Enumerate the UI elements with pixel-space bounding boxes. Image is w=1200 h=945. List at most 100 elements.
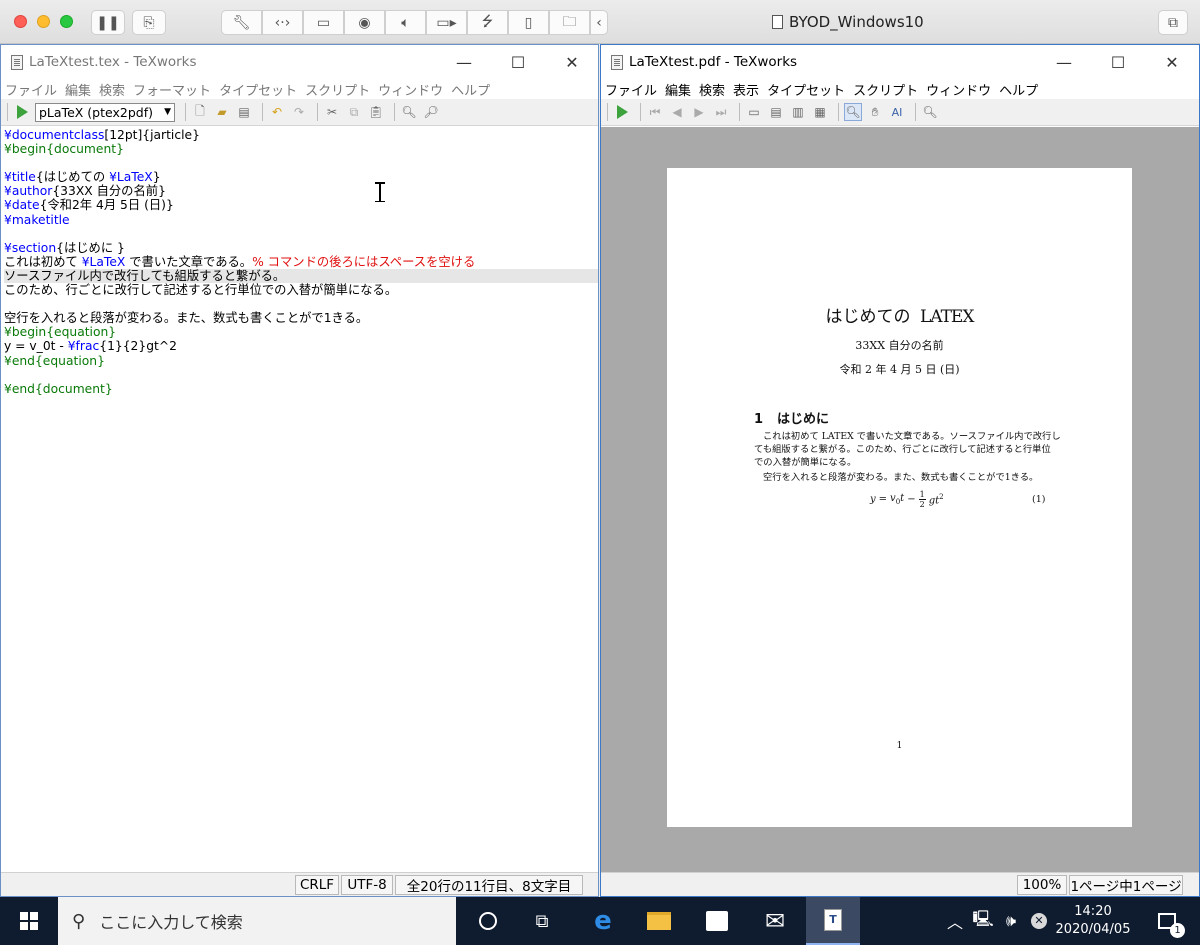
pdf-menu-item[interactable]: タイプセット	[767, 80, 845, 99]
source-line[interactable]: ¥date{令和2年 4月 5日 (日)}	[4, 198, 598, 212]
open-file-button[interactable]: ▰	[213, 103, 231, 121]
continuous-button[interactable]: ▦	[811, 103, 829, 121]
pdf-typeset-button[interactable]	[613, 103, 631, 121]
mail-taskbar-button[interactable]: ✉	[752, 897, 798, 945]
more-toolbar-button[interactable]: ‹	[590, 10, 608, 35]
editor-menu-item[interactable]: ウィンドウ	[378, 80, 443, 99]
save-file-button[interactable]: ▤	[235, 103, 253, 121]
source-line[interactable]: ¥maketitle	[4, 213, 598, 227]
pdf-close-button[interactable]: ✕	[1145, 45, 1199, 79]
hand-tool-button[interactable]: ✋︎	[866, 103, 884, 121]
pdf-view-area[interactable]: はじめての LATEX 33XX 自分の名前 令和 2 年 4 月 5 日 (日…	[601, 127, 1199, 872]
zoom-window-button[interactable]	[60, 15, 73, 28]
edge-taskbar-button[interactable]: e	[580, 897, 626, 945]
editor-menu-item[interactable]: 編集	[65, 80, 91, 99]
start-button[interactable]	[6, 897, 52, 945]
webcam-button[interactable]: ◉	[344, 10, 385, 35]
snapshot-button[interactable]: ⎘	[132, 10, 166, 35]
settings-wrench-button[interactable]: 🔧︎	[221, 10, 262, 35]
editor-menu-item[interactable]: スクリプト	[305, 80, 370, 99]
task-view-button[interactable]: ⧉	[519, 897, 565, 945]
editor-menu-item[interactable]: フォーマット	[133, 80, 211, 99]
encoding-status[interactable]: UTF-8	[341, 875, 393, 895]
paste-button[interactable]: 📋︎	[367, 103, 385, 121]
clock[interactable]: 14:20 2020/04/05	[1053, 903, 1133, 939]
find-button[interactable]: 🔍︎	[400, 103, 418, 121]
close-window-button[interactable]	[14, 15, 27, 28]
texworks-taskbar-button[interactable]: T	[806, 897, 860, 945]
show-hidden-icons-button[interactable]: ︿	[941, 897, 969, 945]
editor-maximize-button[interactable]: ☐	[491, 45, 545, 79]
drive-button[interactable]: ▭	[303, 10, 344, 35]
source-line[interactable]: 空行を入れると段落が変わる。また、数式も書くことがで1きる。	[4, 311, 598, 325]
editor-menu-item[interactable]: ヘルプ	[451, 80, 490, 99]
engine-select[interactable]: pLaTeX (ptex2pdf) ▼	[35, 102, 175, 122]
pause-vm-button[interactable]: ❚❚	[91, 10, 125, 35]
explorer-taskbar-button[interactable]	[636, 897, 682, 945]
pdf-menu-item[interactable]: 編集	[665, 80, 691, 99]
source-line[interactable]: ¥begin{document}	[4, 142, 598, 156]
pdf-menu-item[interactable]: ヘルプ	[999, 80, 1038, 99]
undo-button[interactable]: ↶	[268, 103, 286, 121]
source-line[interactable]: ¥author{33XX 自分の名前}	[4, 184, 598, 198]
minimize-window-button[interactable]	[37, 15, 50, 28]
phone-button[interactable]: ▯	[508, 10, 549, 35]
source-line[interactable]	[4, 156, 598, 170]
editor-menu-item[interactable]: 検索	[99, 80, 125, 99]
action-center-button[interactable]: 1	[1144, 897, 1190, 945]
editor-close-button[interactable]: ✕	[545, 45, 599, 79]
source-line[interactable]: ¥title{はじめての ¥LaTeX}	[4, 170, 598, 184]
camera-button[interactable]: ▭▸	[426, 10, 467, 35]
zoom-status[interactable]: 100%	[1017, 875, 1067, 895]
editor-minimize-button[interactable]: —	[437, 45, 491, 79]
source-line[interactable]: ¥documentclass[12pt]{jarticle}	[4, 128, 598, 142]
pdf-menu-item[interactable]: ウィンドウ	[926, 80, 991, 99]
source-line[interactable]: y = v_0t - ¥frac{1}{2}gt^2	[4, 339, 598, 353]
cut-button[interactable]: ✂	[323, 103, 341, 121]
line-ending-status[interactable]: CRLF	[295, 875, 339, 895]
pdf-find-button[interactable]: 🔍︎	[921, 103, 939, 121]
new-file-button[interactable]: 🗋︎	[191, 103, 209, 121]
source-line[interactable]	[4, 297, 598, 311]
single-page-button[interactable]: ▭	[745, 103, 763, 121]
cortana-button[interactable]	[465, 897, 511, 945]
fit-page-button[interactable]: ▥	[789, 103, 807, 121]
fit-width-button[interactable]: ▤	[767, 103, 785, 121]
network-button[interactable]: ‹·›	[262, 10, 303, 35]
source-line[interactable]: ¥begin{equation}	[4, 325, 598, 339]
source-line[interactable]: ソースファイル内で改行しても組版すると繋がる。	[4, 268, 598, 284]
redo-button[interactable]: ↷	[290, 103, 308, 121]
source-line[interactable]: ¥end{equation}	[4, 354, 598, 368]
first-page-button[interactable]: ⏮	[646, 103, 664, 121]
source-line[interactable]: ¥end{document}	[4, 382, 598, 396]
source-line[interactable]: ¥section{はじめに }	[4, 241, 598, 255]
pdf-menu-item[interactable]: 表示	[733, 80, 759, 99]
audio-button[interactable]: 🔈︎	[385, 10, 426, 35]
pdf-maximize-button[interactable]: ☐	[1091, 45, 1145, 79]
tray-status-button[interactable]: ✕	[1025, 897, 1053, 945]
shared-folder-button[interactable]: 🗀︎	[549, 10, 590, 35]
fullscreen-button[interactable]: ⧉	[1158, 10, 1188, 35]
pdf-menu-item[interactable]: ファイル	[605, 80, 657, 99]
typeset-button[interactable]	[13, 103, 31, 121]
source-line[interactable]: このため、行ごとに改行して記述すると行単位での入替が簡単になる。	[4, 283, 598, 297]
editor-menu-item[interactable]: ファイル	[5, 80, 57, 99]
pdf-minimize-button[interactable]: —	[1037, 45, 1091, 79]
source-editor[interactable]: ¥documentclass[12pt]{jarticle} ¥begin{doc…	[1, 127, 598, 872]
volume-tray-button[interactable]: 🕪︎	[997, 897, 1025, 945]
prev-page-button[interactable]: ◀	[668, 103, 686, 121]
replace-button[interactable]: 🔎︎	[422, 103, 440, 121]
editor-menu-item[interactable]: タイプセット	[219, 80, 297, 99]
select-text-button[interactable]: AI	[888, 103, 906, 121]
store-taskbar-button[interactable]	[694, 897, 740, 945]
last-page-button[interactable]: ⏭	[712, 103, 730, 121]
pdf-menu-item[interactable]: スクリプト	[853, 80, 918, 99]
pdf-menu-item[interactable]: 検索	[699, 80, 725, 99]
next-page-button[interactable]: ▶	[690, 103, 708, 121]
copy-button[interactable]: ⧉	[345, 103, 363, 121]
zoom-tool-button[interactable]: 🔍︎	[844, 103, 862, 121]
source-line[interactable]: これは初めて ¥LaTeX で書いた文章である。% コマンドの後ろにはスペースを…	[4, 255, 598, 269]
source-line[interactable]	[4, 227, 598, 241]
taskbar-search-box[interactable]: ⚲ ここに入力して検索	[58, 897, 456, 945]
usb-button[interactable]: ⭍	[467, 10, 508, 35]
